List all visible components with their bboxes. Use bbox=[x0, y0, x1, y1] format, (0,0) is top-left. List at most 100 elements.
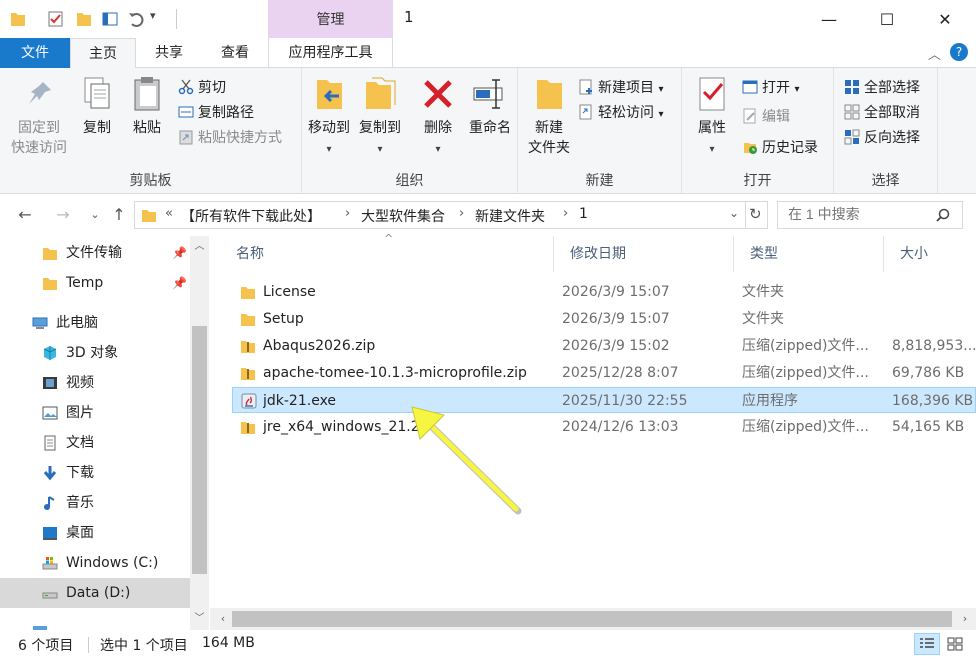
breadcrumb-item[interactable]: 大型软件集合 bbox=[361, 206, 445, 226]
tab-app-tools[interactable]: 应用程序工具 bbox=[268, 38, 393, 68]
scroll-thumb[interactable] bbox=[192, 326, 207, 574]
help-icon[interactable]: ? bbox=[950, 43, 968, 61]
maximize-button[interactable]: ☐ bbox=[858, 0, 916, 38]
minimize-button[interactable]: — bbox=[800, 0, 858, 38]
easy-access-button[interactable]: 轻松访问 ▾ bbox=[578, 101, 663, 125]
rename-label: 重命名 bbox=[469, 120, 511, 136]
edit-button[interactable]: 编辑 bbox=[742, 105, 790, 129]
file-row[interactable]: jre_x64_windows_21.2 2024/12/6 13:03 压缩(… bbox=[232, 414, 976, 440]
recent-locations-button[interactable]: ⌄ bbox=[84, 203, 106, 227]
file-row[interactable]: Abaqus2026.zip 2026/3/9 15:02 压缩(zipped)… bbox=[232, 333, 976, 359]
invert-selection-button[interactable]: 反向选择 bbox=[844, 126, 920, 150]
properties-button[interactable]: 属性 ▾ bbox=[690, 74, 734, 160]
nav-item-label: Data (D:) bbox=[66, 585, 131, 601]
file-list-h-scrollbar[interactable]: ‹ › bbox=[210, 608, 976, 630]
scroll-right-icon[interactable]: › bbox=[956, 610, 974, 628]
file-row[interactable]: Setup 2026/3/9 15:07 文件夹 bbox=[232, 306, 976, 332]
search-box[interactable] bbox=[777, 201, 963, 229]
close-button[interactable]: ✕ bbox=[916, 0, 974, 38]
move-to-button[interactable]: 移动到 ▾ bbox=[304, 74, 354, 160]
move-to-icon bbox=[317, 80, 342, 109]
nav-item-pictures[interactable]: 图片 bbox=[0, 398, 190, 428]
column-header-type[interactable]: 类型 bbox=[734, 236, 884, 272]
rename-button[interactable]: 重命名 bbox=[462, 74, 518, 138]
desktop-icon bbox=[43, 527, 57, 540]
search-input[interactable] bbox=[788, 206, 928, 222]
file-size: 69,786 KB bbox=[892, 365, 965, 381]
new-folder-icon[interactable] bbox=[76, 10, 92, 28]
file-name: apache-tomee-10.1.3-microprofile.zip bbox=[263, 365, 527, 381]
cut-button[interactable]: 剪切 bbox=[178, 76, 226, 100]
zip-icon bbox=[241, 422, 255, 434]
file-row[interactable]: apache-tomee-10.1.3-microprofile.zip 202… bbox=[232, 360, 976, 386]
undo-icon[interactable] bbox=[128, 10, 144, 28]
address-dropdown-icon[interactable]: ⌄ bbox=[729, 206, 739, 220]
copy-button[interactable]: 复制 bbox=[74, 74, 120, 138]
history-button[interactable]: 历史记录 bbox=[742, 136, 818, 160]
large-icons-view-button[interactable] bbox=[942, 633, 968, 655]
breadcrumb-item[interactable]: 1 bbox=[579, 206, 588, 222]
copy-label: 复制 bbox=[83, 120, 111, 136]
pin-label-2: 快速访问 bbox=[11, 140, 67, 156]
scroll-up-icon[interactable]: ︿ bbox=[190, 238, 209, 256]
file-row-selected[interactable]: jdk-21.exe 2025/11/30 22:55 应用程序 168,396… bbox=[232, 387, 976, 413]
select-all-button[interactable]: 全部选择 bbox=[844, 76, 920, 100]
nav-item-downloads[interactable]: 下载 bbox=[0, 458, 190, 488]
nav-scrollbar[interactable]: ︿ ﹀ bbox=[190, 236, 209, 632]
refresh-icon[interactable]: ↻ bbox=[749, 205, 762, 223]
column-header-modified[interactable]: 修改日期 bbox=[554, 236, 734, 272]
status-bar: 6 个项目 选中 1 个项目 164 MB bbox=[0, 630, 976, 659]
file-size: 54,165 KB bbox=[892, 419, 965, 435]
search-icon[interactable] bbox=[936, 208, 950, 222]
file-modified: 2026/3/9 15:07 bbox=[562, 284, 670, 300]
tab-file[interactable]: 文件 bbox=[0, 38, 70, 68]
breadcrumb-overflow[interactable]: « bbox=[165, 206, 173, 221]
tab-home[interactable]: 主页 bbox=[70, 38, 136, 69]
rename-icon bbox=[473, 79, 503, 109]
nav-item-drive-d[interactable]: Data (D:) bbox=[0, 578, 190, 608]
scroll-down-icon[interactable]: ﹀ bbox=[190, 610, 209, 628]
address-bar[interactable]: « 【所有软件下载此处】 › 大型软件集合 › 新建文件夹 › 1 ⌄ ↻ bbox=[134, 201, 768, 229]
pin-quick-access-button[interactable]: 固定到 快速访问 bbox=[6, 74, 72, 158]
open-button[interactable]: 打开 ▾ bbox=[742, 76, 799, 100]
tab-share[interactable]: 共享 bbox=[136, 38, 202, 68]
breadcrumb-item[interactable]: 新建文件夹 bbox=[475, 206, 545, 226]
nav-item-desktop[interactable]: 桌面 bbox=[0, 518, 190, 548]
nav-item-file-transfer[interactable]: 文件传输 📌 bbox=[0, 238, 190, 268]
up-button[interactable]: ↑ bbox=[108, 203, 130, 227]
nav-item-videos[interactable]: 视频 bbox=[0, 368, 190, 398]
nav-item-temp[interactable]: Temp 📌 bbox=[0, 268, 190, 298]
details-view-button[interactable] bbox=[914, 633, 940, 655]
properties-check-icon[interactable] bbox=[48, 10, 64, 28]
qat-dropdown-icon[interactable]: ▾ bbox=[150, 9, 156, 22]
scroll-left-icon[interactable]: ‹ bbox=[214, 610, 232, 628]
delete-label: 删除 bbox=[424, 120, 452, 136]
scroll-thumb[interactable] bbox=[232, 611, 952, 627]
column-header-size[interactable]: 大小 bbox=[884, 236, 976, 272]
breadcrumb-item[interactable]: 【所有软件下载此处】 bbox=[181, 206, 321, 226]
nav-item-documents[interactable]: 文档 bbox=[0, 428, 190, 458]
group-select-label: 选择 bbox=[871, 173, 900, 189]
file-modified: 2024/12/6 13:03 bbox=[562, 419, 679, 435]
select-none-button[interactable]: 全部取消 bbox=[844, 101, 920, 125]
new-item-button[interactable]: 新建项目 ▾ bbox=[578, 76, 663, 100]
file-name: jdk-21.exe bbox=[263, 393, 337, 409]
collapse-ribbon-icon[interactable]: ︿ bbox=[928, 44, 941, 63]
folder-icon[interactable] bbox=[10, 10, 26, 28]
tab-view[interactable]: 查看 bbox=[202, 38, 268, 68]
back-button[interactable]: ← bbox=[14, 203, 36, 227]
paste-button[interactable]: 粘贴 bbox=[124, 74, 170, 138]
nav-item-music[interactable]: 音乐 bbox=[0, 488, 190, 518]
copy-path-button[interactable]: 复制路径 bbox=[178, 101, 254, 125]
nav-item-this-pc[interactable]: 此电脑 bbox=[0, 308, 190, 338]
new-folder-button[interactable]: 新建 文件夹 bbox=[524, 74, 574, 158]
paste-shortcut-button[interactable]: 粘贴快捷方式 bbox=[178, 126, 282, 150]
copy-to-button[interactable]: 复制到 ▾ bbox=[354, 74, 406, 160]
view-pane-icon[interactable] bbox=[102, 10, 118, 28]
nav-item-3d-objects[interactable]: 3D 对象 bbox=[0, 338, 190, 368]
nav-item-drive-c[interactable]: Windows (C:) bbox=[0, 548, 190, 578]
file-row[interactable]: License 2026/3/9 15:07 文件夹 bbox=[232, 279, 976, 305]
column-header-name[interactable]: 名称 bbox=[220, 236, 554, 272]
forward-button[interactable]: → bbox=[52, 203, 74, 227]
delete-button[interactable]: 删除 ▾ bbox=[416, 74, 460, 160]
